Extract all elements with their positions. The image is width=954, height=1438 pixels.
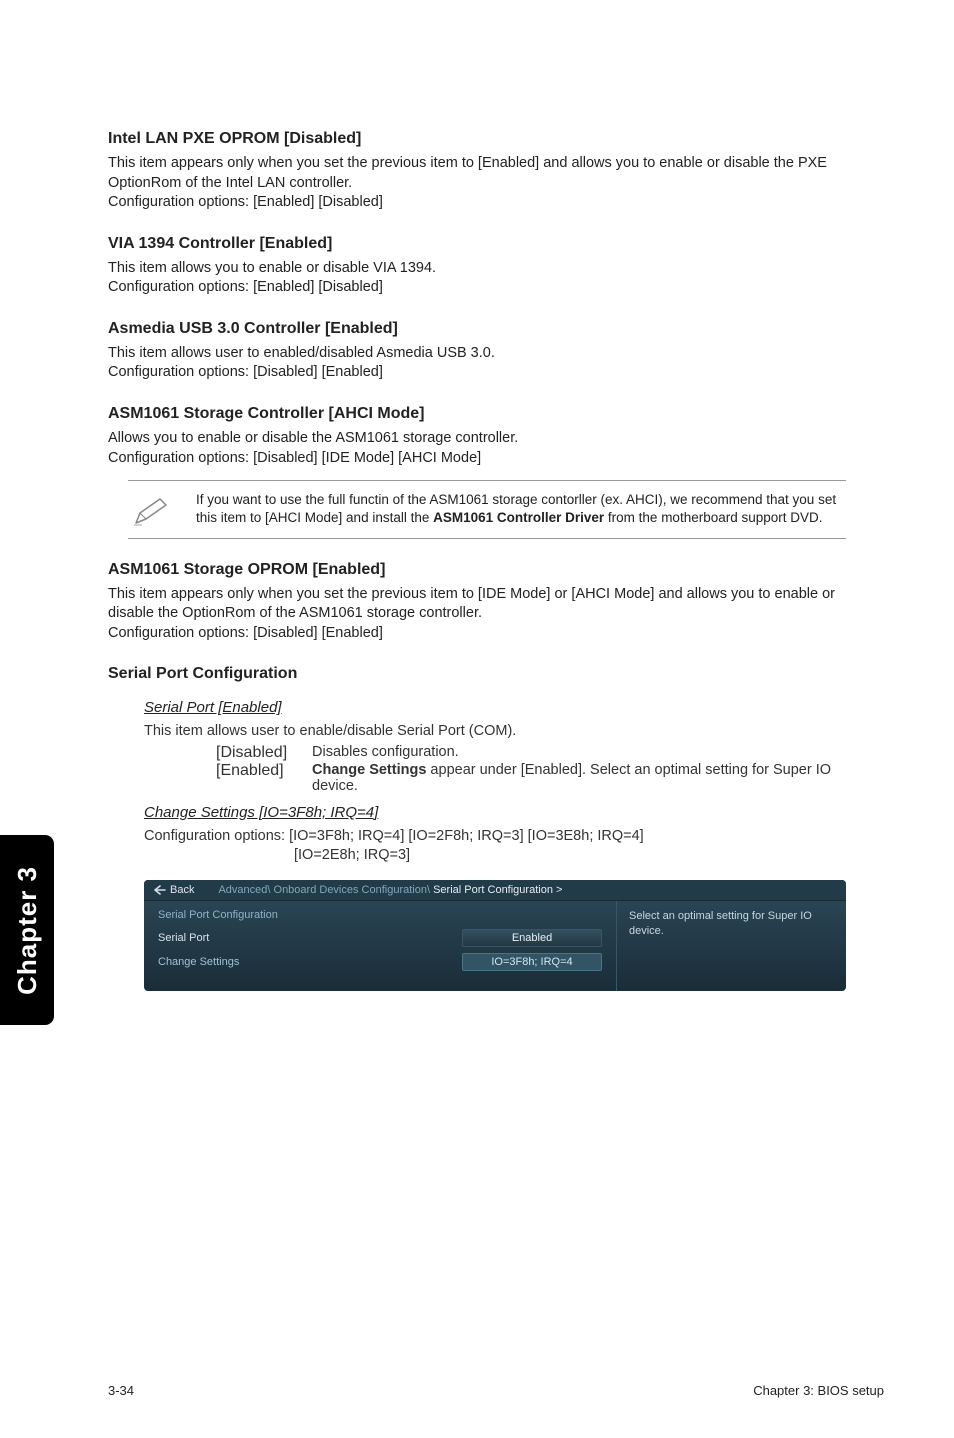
subsection-serial-port: Serial Port [Enabled] <box>144 699 846 716</box>
bios-row-value: Enabled <box>462 929 602 947</box>
chapter-side-tab: Chapter 3 <box>0 835 54 1025</box>
option-row-disabled: [Disabled] Disables configuration. <box>216 744 846 762</box>
option-val-bold: Change Settings <box>312 762 426 778</box>
bios-back-label: Back <box>170 884 194 896</box>
option-key: [Enabled] <box>216 762 312 794</box>
bios-left-pane: Serial Port Configuration Serial Port En… <box>144 901 616 991</box>
section-heading-intel-lan: Intel LAN PXE OPROM [Disabled] <box>108 130 846 148</box>
note-callout: If you want to use the full functin of t… <box>128 480 846 538</box>
bios-row-label: Change Settings <box>158 956 462 968</box>
section-desc: This item allows user to enabled/disable… <box>108 344 846 383</box>
page-footer: 3-34 Chapter 3: BIOS setup <box>108 1383 884 1398</box>
bios-header: Back Advanced\ Onboard Devices Configura… <box>144 880 846 901</box>
option-val: Disables configuration. <box>312 744 846 762</box>
bios-section-title: Serial Port Configuration <box>158 909 602 921</box>
note-post: from the motherboard support DVD. <box>604 510 822 525</box>
breadcrumb-path: Advanced\ Onboard Devices Configuration\ <box>218 884 433 896</box>
bios-breadcrumb: Advanced\ Onboard Devices Configuration\… <box>218 884 562 896</box>
cs-line2: [IO=2E8h; IRQ=3] <box>294 846 410 866</box>
back-arrow-icon <box>154 885 166 895</box>
option-row-enabled: [Enabled] Change Settings appear under [… <box>216 762 846 794</box>
option-key: [Disabled] <box>216 744 312 762</box>
footer-chapter-title: Chapter 3: BIOS setup <box>753 1383 884 1398</box>
chapter-tab-label: Chapter 3 <box>12 866 43 995</box>
section-desc: This item allows you to enable or disabl… <box>108 259 846 298</box>
footer-page-number: 3-34 <box>108 1383 134 1398</box>
bios-body: Serial Port Configuration Serial Port En… <box>144 901 846 991</box>
bios-row-value: IO=3F8h; IRQ=4 <box>462 953 602 971</box>
subsection-intro: This item allows user to enable/disable … <box>144 722 846 742</box>
note-bold: ASM1061 Controller Driver <box>433 510 604 525</box>
bios-screenshot-panel: Back Advanced\ Onboard Devices Configura… <box>144 880 846 991</box>
section-desc: This item appears only when you set the … <box>108 585 846 644</box>
note-text: If you want to use the full functin of t… <box>196 491 846 527</box>
section-heading-asm1061-oprom: ASM1061 Storage OPROM [Enabled] <box>108 561 846 579</box>
bios-row-serial-port[interactable]: Serial Port Enabled <box>158 929 602 947</box>
bios-help-pane: Select an optimal setting for Super IO d… <box>616 901 846 991</box>
section-desc: Allows you to enable or disable the ASM1… <box>108 429 846 468</box>
section-heading-via1394: VIA 1394 Controller [Enabled] <box>108 235 846 253</box>
option-val: Change Settings appear under [Enabled]. … <box>312 762 846 794</box>
subsection-desc: Configuration options: [IO=3F8h; IRQ=4] … <box>144 827 846 866</box>
pen-icon <box>128 491 176 527</box>
section-heading-serial-port-config: Serial Port Configuration <box>108 665 846 683</box>
section-desc: This item appears only when you set the … <box>108 154 846 213</box>
section-heading-asmedia-usb: Asmedia USB 3.0 Controller [Enabled] <box>108 320 846 338</box>
bios-row-label: Serial Port <box>158 932 462 944</box>
section-heading-asm1061-storage: ASM1061 Storage Controller [AHCI Mode] <box>108 405 846 423</box>
page-content: Intel LAN PXE OPROM [Disabled] This item… <box>0 0 954 991</box>
subsection-change-settings: Change Settings [IO=3F8h; IRQ=4] <box>144 804 846 821</box>
cs-line1: Configuration options: [IO=3F8h; IRQ=4] … <box>144 828 644 844</box>
breadcrumb-active: Serial Port Configuration > <box>433 884 562 896</box>
bios-help-text: Select an optimal setting for Super IO d… <box>629 910 812 937</box>
bios-row-change-settings[interactable]: Change Settings IO=3F8h; IRQ=4 <box>158 953 602 971</box>
bios-back-button[interactable]: Back <box>154 884 194 896</box>
